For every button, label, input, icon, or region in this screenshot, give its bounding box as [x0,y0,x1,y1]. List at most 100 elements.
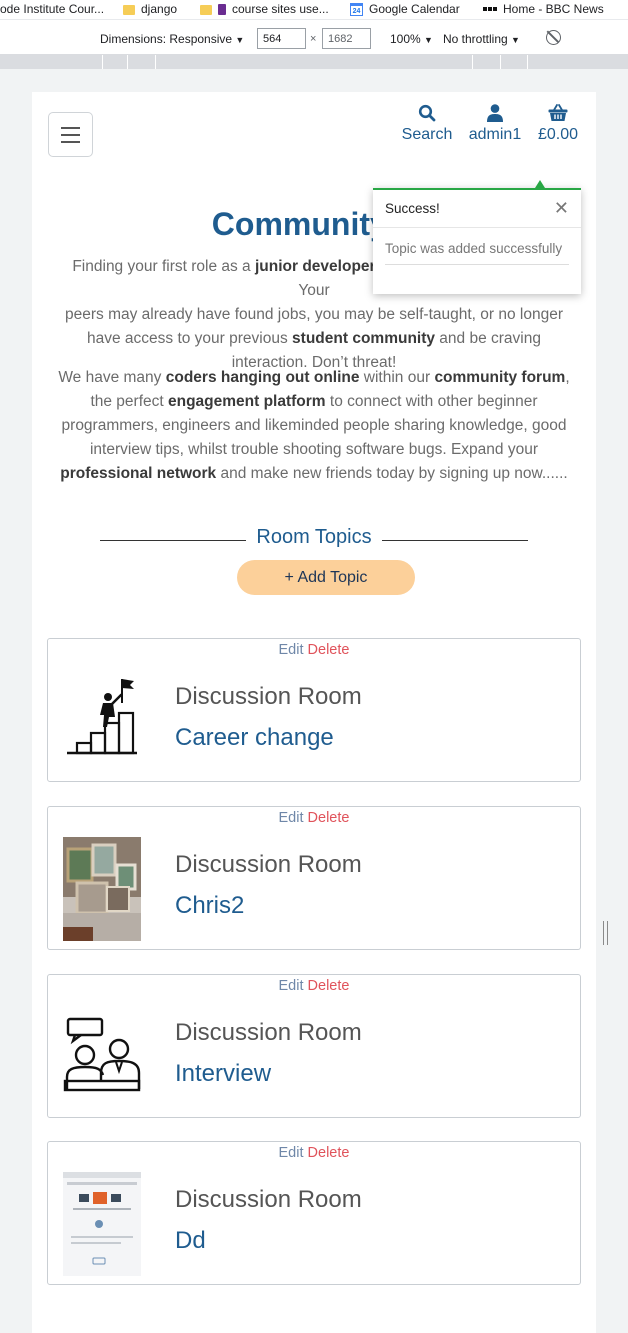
bookmark-label: ode Institute Cour... [0,2,105,16]
delete-link[interactable]: Delete [308,978,350,994]
bookmark-label: django [141,2,178,16]
add-topic-button[interactable]: + Add Topic [237,560,415,595]
zoom-label: 100% [390,32,421,46]
success-toast: Success! ✕ Topic was added successfully [373,180,581,294]
topic-card[interactable]: Edit Delete Discussion Room Interview [47,974,581,1118]
edit-link[interactable]: Edit [279,642,304,658]
photo-frames-image [63,837,141,941]
height-input[interactable] [322,28,371,49]
toast-divider [373,227,581,228]
divider-line [382,540,528,541]
topic-name[interactable]: Interview [175,1060,271,1088]
paragraph-line: We have many coders hanging out online w… [56,366,572,390]
toast-arrow [535,180,545,188]
media-query-ruler[interactable] [0,55,628,69]
text-run: and make new friends today by signing up… [216,465,568,482]
text-run: programmers, engineers and likeminded pe… [61,417,567,434]
bold-phrase: coders hanging out online [165,369,360,386]
resize-handle[interactable] [603,921,608,945]
text-run: and be craving [435,330,541,347]
hamburger-menu-button[interactable] [48,112,93,157]
bookmarks-bar: ode Institute Cour... django course site… [0,0,628,19]
bold-phrase: professional network [60,465,217,482]
text-run: interview tips, whilst trouble shooting … [89,441,538,458]
card-actions: Edit Delete [48,642,580,658]
text-run: We have many [58,369,166,386]
paragraph-line: have access to your previous student com… [56,327,572,351]
times-sign: × [310,33,317,45]
career-climb-icon [67,679,137,755]
text-run: to connect with other beginner [325,393,538,410]
room-topics-heading: Room Topics [256,526,372,548]
paragraph-line: professional network and make new friend… [56,462,572,486]
delete-link[interactable]: Delete [308,642,350,658]
paragraph-line: the perfect engagement platform to conne… [56,390,572,414]
bookmark-item[interactable]: course sites use... [200,1,329,17]
delete-link[interactable]: Delete [308,1145,350,1161]
nav-account[interactable]: admin1 [466,104,524,144]
zoom-dropdown[interactable]: 100% ▼ [390,32,433,46]
chevron-down-icon: ▼ [511,35,520,45]
folder-icon [123,5,135,15]
device-toolbar: Dimensions: Responsive ▼ × 100% ▼ No thr… [0,19,628,55]
chevron-down-icon: ▼ [424,35,433,45]
folder-icon [200,5,212,15]
edit-link[interactable]: Edit [279,1145,304,1161]
close-icon[interactable]: ✕ [554,198,569,219]
topic-card[interactable]: Edit Delete Discussion Room Career chang… [47,638,581,782]
topic-name[interactable]: Career change [175,724,334,752]
room-label: Discussion Room [175,851,362,878]
bookmark-label: Google Calendar [369,2,460,16]
calendar-icon: 24 [350,2,363,16]
bold-phrase: student community [292,330,435,347]
topic-card[interactable]: Edit Delete Discussion Room Dd [47,1141,581,1285]
chevron-down-icon: ▼ [235,35,245,45]
nav-search[interactable]: Search [401,104,453,144]
bold-phrase: engagement platform [167,393,326,410]
width-input[interactable] [257,28,306,49]
bookmark-item[interactable]: 24 Google Calendar [350,1,460,17]
page-viewport: Search admin1 £0.00 Community F Finding … [32,92,596,1333]
screenshot-thumbnail-image [63,1172,141,1276]
card-actions: Edit Delete [48,978,580,994]
bookmark-label: Home - BBC News [503,2,604,16]
card-actions: Edit Delete [48,810,580,826]
text-run: the perfect [90,393,168,410]
book-icon [218,3,226,15]
nav-bag[interactable]: £0.00 [535,104,581,144]
throttling-label: No throttling [443,32,508,46]
toast-title: Success! [385,201,440,216]
topic-name[interactable]: Chris2 [175,892,244,920]
interview-people-icon [63,1017,141,1092]
dimensions-dropdown[interactable]: Dimensions: Responsive ▼ [100,32,244,46]
edit-link[interactable]: Edit [279,978,304,994]
search-icon [418,104,436,122]
topic-card[interactable]: Edit Delete Discussion Room Chris2 [47,806,581,950]
bookmark-item[interactable]: django [123,1,177,17]
text-run: , [565,369,570,386]
edit-link[interactable]: Edit [279,810,304,826]
bookmark-label: course sites use... [232,2,329,16]
bookmark-item[interactable]: Home - BBC News [483,1,604,17]
paragraph-line: programmers, engineers and likeminded pe… [56,414,572,438]
dimensions-label: Dimensions: Responsive [100,32,233,46]
text-run: have access to your previous [86,330,293,347]
rotate-icon[interactable] [546,30,561,45]
text-run: within our [359,369,435,386]
topic-name[interactable]: Dd [175,1227,206,1255]
delete-link[interactable]: Delete [308,810,350,826]
bbc-icon [483,7,497,11]
room-label: Discussion Room [175,683,362,710]
throttling-dropdown[interactable]: No throttling ▼ [443,32,520,46]
room-label: Discussion Room [175,1019,362,1046]
bold-phrase: community forum [434,369,566,386]
toast-underline [385,264,569,265]
account-label: admin1 [468,126,522,143]
bold-phrase: junior developer [254,258,376,275]
bookmark-item[interactable]: ode Institute Cour... [0,1,104,17]
user-icon [487,104,503,122]
text-run: peers may already have found jobs, you m… [64,306,563,323]
search-label: Search [401,126,453,143]
room-label: Discussion Room [175,1186,362,1213]
card-actions: Edit Delete [48,1145,580,1161]
